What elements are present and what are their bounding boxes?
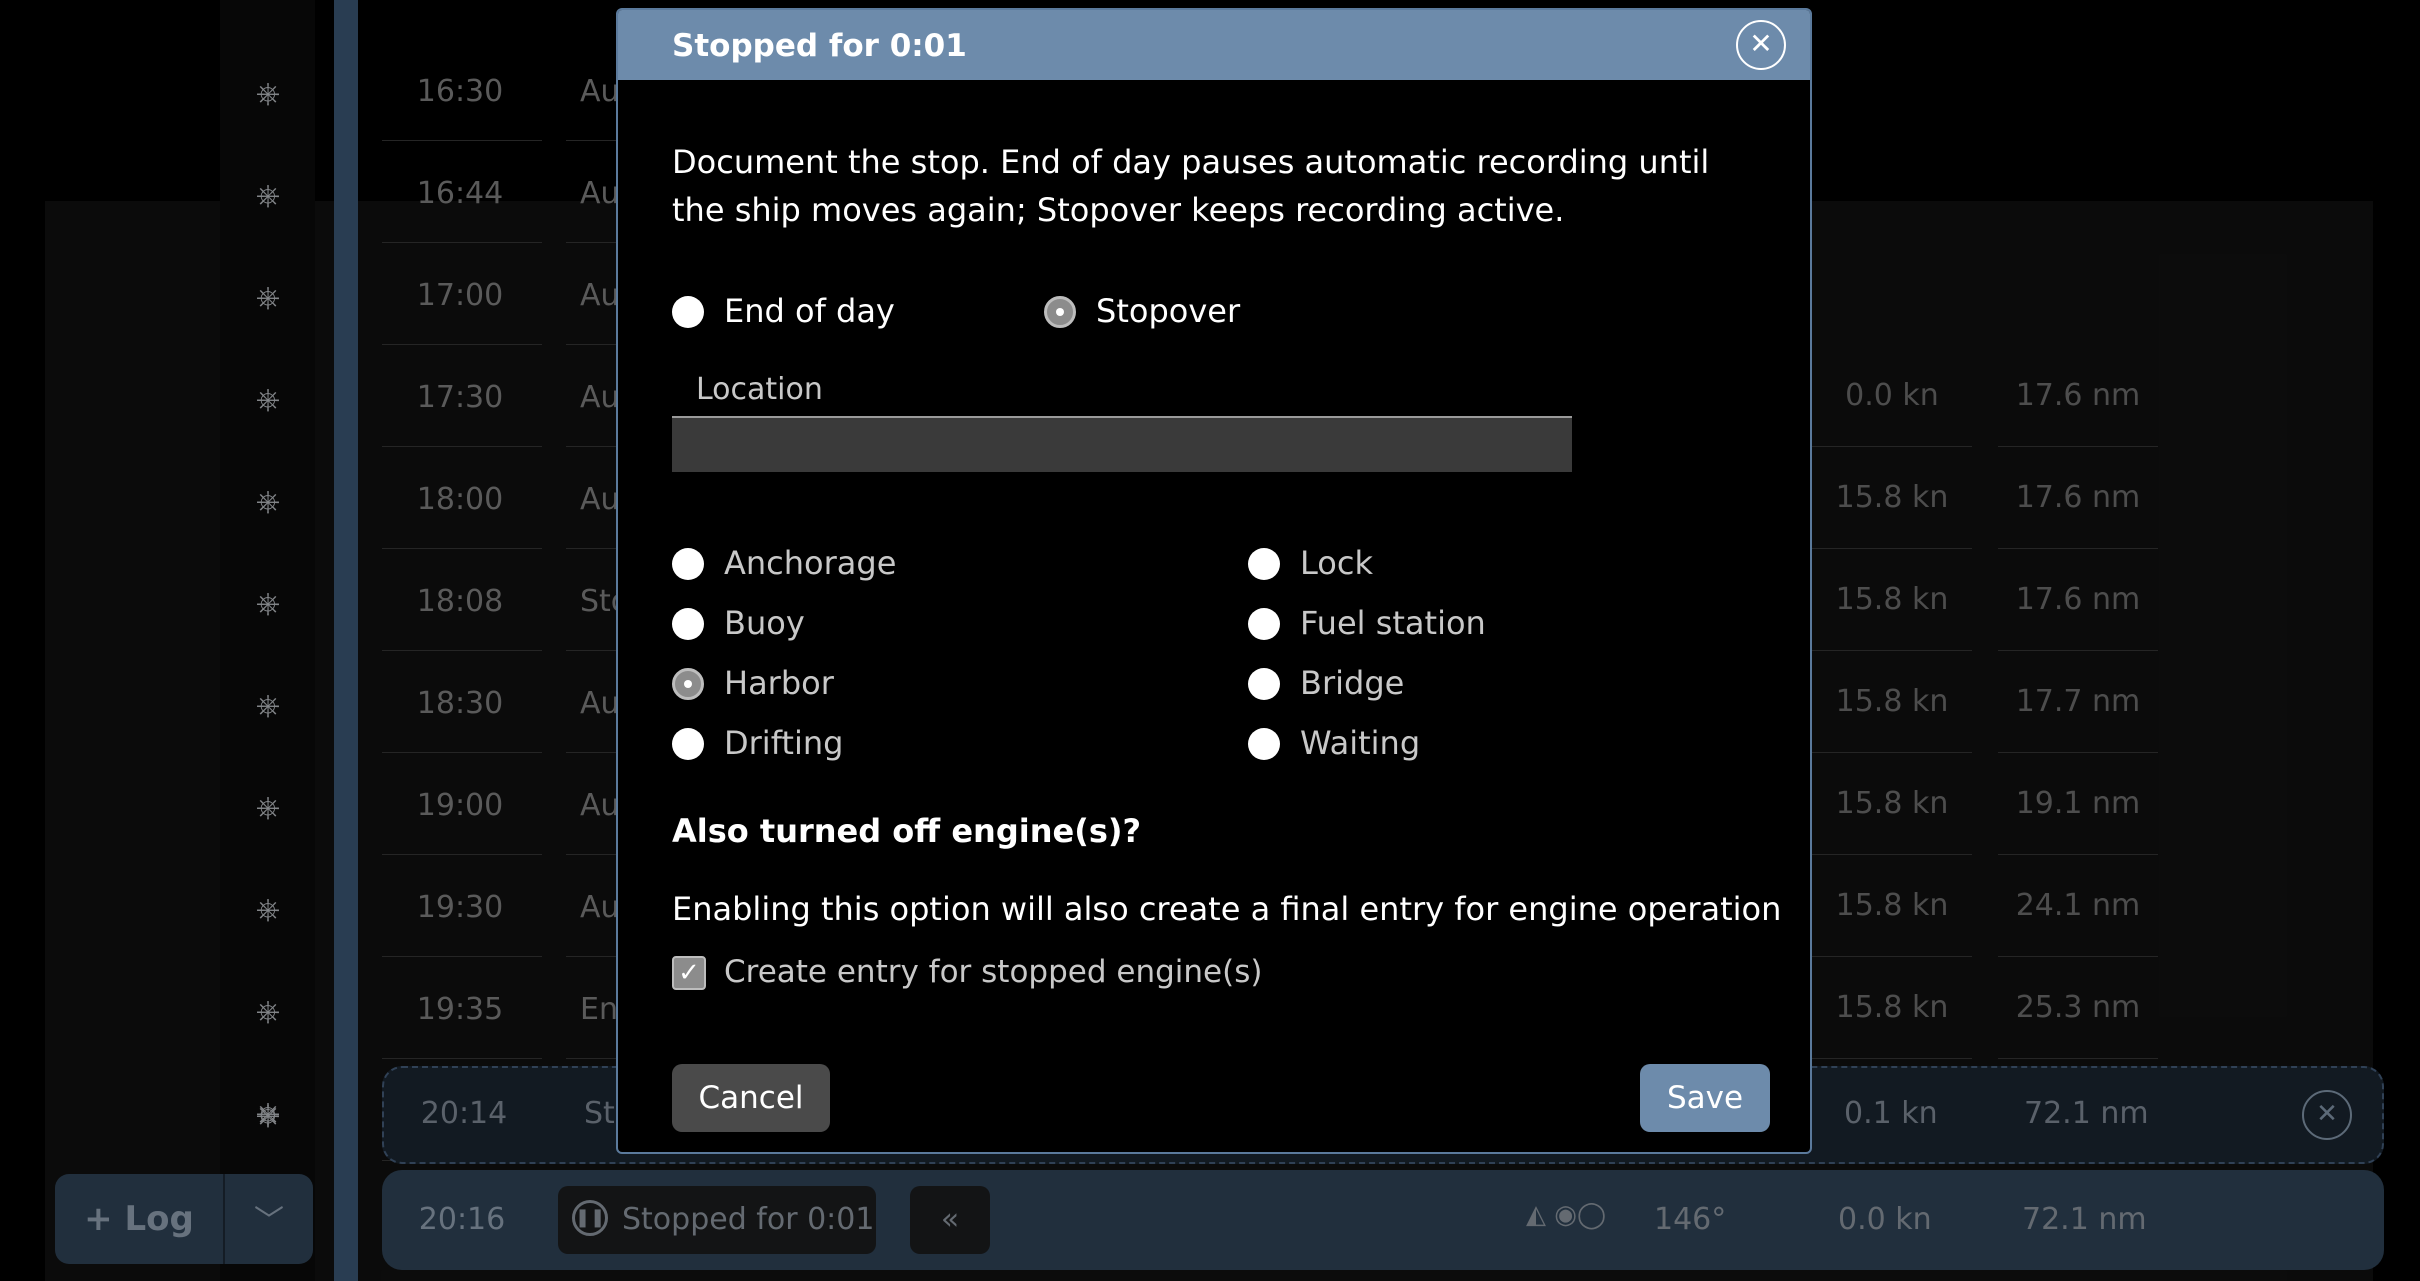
radio-drifting[interactable] <box>672 728 704 760</box>
dialog-description: Document the stop. End of day pauses aut… <box>672 143 1710 229</box>
engine-checkbox[interactable]: ✓ <box>672 956 706 990</box>
close-icon[interactable]: ✕ <box>1736 20 1786 70</box>
radio-harbor[interactable] <box>672 668 704 700</box>
radio-stopover[interactable] <box>1044 296 1076 328</box>
radio-buoy-label[interactable]: Buoy <box>724 604 805 642</box>
radio-lock-label[interactable]: Lock <box>1300 544 1373 582</box>
radio-anchorage-label[interactable]: Anchorage <box>724 544 896 582</box>
radio-fuel-station[interactable] <box>1248 608 1280 640</box>
radio-end-of-day-label[interactable]: End of day <box>724 292 895 330</box>
stop-dialog: Stopped for 0:01 ✕ Document the stop. En… <box>616 8 1812 1154</box>
radio-end-of-day[interactable] <box>672 296 704 328</box>
dialog-title: Stopped for 0:01 <box>672 28 967 64</box>
engine-description: Enabling this option will also create a … <box>672 890 1782 928</box>
radio-bridge-label[interactable]: Bridge <box>1300 664 1404 702</box>
dialog-header: Stopped for 0:01 ✕ <box>618 10 1810 80</box>
engine-checkbox-label[interactable]: Create entry for stopped engine(s) <box>724 954 1262 990</box>
radio-drifting-label[interactable]: Drifting <box>724 724 843 762</box>
radio-bridge[interactable] <box>1248 668 1280 700</box>
radio-lock[interactable] <box>1248 548 1280 580</box>
radio-fuel-station-label[interactable]: Fuel station <box>1300 604 1486 642</box>
location-input[interactable] <box>672 416 1572 472</box>
radio-harbor-label[interactable]: Harbor <box>724 664 834 702</box>
location-label: Location <box>696 372 823 407</box>
save-button[interactable]: Save <box>1640 1064 1770 1132</box>
cancel-button[interactable]: Cancel <box>672 1064 830 1132</box>
engine-question: Also turned off engine(s)? <box>672 812 1142 850</box>
radio-waiting[interactable] <box>1248 728 1280 760</box>
radio-stopover-label[interactable]: Stopover <box>1096 292 1240 330</box>
radio-waiting-label[interactable]: Waiting <box>1300 724 1420 762</box>
radio-buoy[interactable] <box>672 608 704 640</box>
radio-anchorage[interactable] <box>672 548 704 580</box>
